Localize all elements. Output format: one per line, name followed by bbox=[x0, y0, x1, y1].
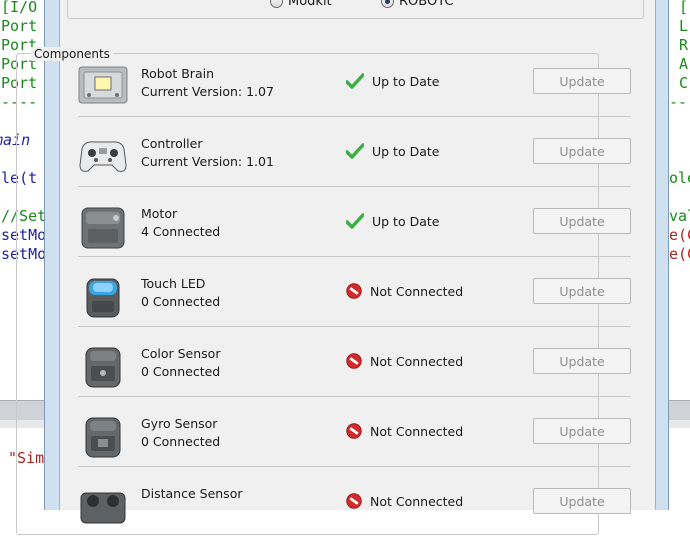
status-text: Not Connected bbox=[370, 423, 464, 439]
code-line: Port bbox=[1, 17, 38, 35]
component-thumbnail-motor bbox=[78, 205, 128, 250]
status-text: Not Connected bbox=[370, 493, 464, 509]
component-thumbnail-controller bbox=[78, 135, 128, 180]
component-detail: 0 Connected bbox=[141, 294, 221, 309]
row-separator bbox=[78, 326, 631, 327]
update-button[interactable]: Update bbox=[533, 418, 631, 444]
component-name: Controller bbox=[141, 136, 203, 151]
component-thumbnail-touchled bbox=[78, 275, 128, 320]
radio-robotc[interactable]: ROBOTC bbox=[381, 0, 453, 9]
row-separator bbox=[78, 466, 631, 467]
component-status: Up to Date bbox=[346, 143, 439, 159]
code-line: e(C bbox=[669, 226, 690, 244]
component-name: Gyro Sensor bbox=[141, 416, 218, 431]
code-line: [I/O bbox=[1, 0, 38, 16]
component-thumbnail-gyro bbox=[78, 415, 128, 460]
component-row: Gyro Sensor 0 Connected Not Connected Updat… bbox=[78, 405, 631, 475]
check-icon bbox=[346, 73, 372, 89]
code-line: -- bbox=[669, 93, 688, 111]
component-name: Touch LED bbox=[141, 276, 206, 291]
radio-indicator bbox=[270, 0, 283, 8]
update-button[interactable]: Update bbox=[533, 208, 631, 234]
code-line: [ bbox=[679, 0, 689, 16]
update-button[interactable]: Update bbox=[533, 488, 631, 514]
component-name: Motor bbox=[141, 206, 178, 221]
radio-label: ROBOTC bbox=[399, 0, 454, 9]
component-row: Motor 4 Connected Up to Date Update bbox=[78, 195, 631, 265]
component-row: Color Sensor 0 Connected Not Connected Upda… bbox=[78, 335, 631, 405]
component-status: Not Connected bbox=[346, 283, 463, 299]
component-row: Robot Brain Current Version: 1.07 Up to Da… bbox=[78, 55, 631, 125]
component-name: Robot Brain bbox=[141, 66, 214, 81]
component-name: Color Sensor bbox=[141, 346, 221, 361]
component-detail: 0 Connected bbox=[141, 364, 221, 379]
code-line: ole bbox=[669, 169, 690, 187]
component-status: Up to Date bbox=[346, 73, 439, 89]
update-button[interactable]: Update bbox=[533, 348, 631, 374]
no-entry-icon bbox=[346, 353, 370, 369]
check-icon bbox=[346, 143, 372, 159]
component-detail: 4 Connected bbox=[141, 224, 221, 239]
code-line: L bbox=[679, 17, 689, 35]
code-line: val bbox=[669, 207, 690, 225]
status-text: Not Connected bbox=[370, 283, 464, 299]
row-separator bbox=[78, 186, 631, 187]
status-text: Up to Date bbox=[372, 213, 440, 229]
status-text: Up to Date bbox=[372, 73, 440, 89]
component-status: Not Connected bbox=[346, 353, 463, 369]
no-entry-icon bbox=[346, 493, 370, 509]
code-line: A bbox=[679, 55, 689, 73]
update-button[interactable]: Update bbox=[533, 68, 631, 94]
code-line: R bbox=[679, 36, 689, 54]
status-text: Up to Date bbox=[372, 143, 440, 159]
component-detail: 0 Connected bbox=[141, 434, 221, 449]
status-text: Not Connected bbox=[370, 353, 464, 369]
code-line: e(C bbox=[669, 245, 690, 263]
radio-indicator-selected bbox=[381, 0, 394, 8]
no-entry-icon bbox=[346, 283, 370, 299]
component-thumbnail-color bbox=[78, 345, 128, 390]
component-thumbnail-brain bbox=[78, 65, 128, 110]
radio-modkit[interactable]: Modkit bbox=[270, 0, 332, 9]
no-entry-icon bbox=[346, 423, 370, 439]
row-separator bbox=[78, 256, 631, 257]
code-line: C bbox=[679, 74, 689, 92]
component-status: Not Connected bbox=[346, 493, 463, 509]
component-status: Up to Date bbox=[346, 213, 439, 229]
component-detail: Current Version: 1.07 bbox=[141, 84, 274, 99]
row-separator bbox=[78, 396, 631, 397]
component-status: Not Connected bbox=[346, 423, 463, 439]
language-group: Modkit ROBOTC bbox=[67, 0, 644, 19]
component-row: Touch LED 0 Connected Not Connected Update bbox=[78, 265, 631, 335]
component-detail: Current Version: 1.01 bbox=[141, 154, 274, 169]
component-row: Distance Sensor Not Connected Update bbox=[78, 475, 631, 545]
component-thumbnail-distance bbox=[78, 485, 128, 530]
update-button[interactable]: Update bbox=[533, 278, 631, 304]
component-row: Controller Current Version: 1.01 Up to Dat… bbox=[78, 125, 631, 195]
check-icon bbox=[346, 213, 372, 229]
row-separator bbox=[78, 116, 631, 117]
update-button[interactable]: Update bbox=[533, 138, 631, 164]
radio-label: Modkit bbox=[288, 0, 332, 9]
component-name: Distance Sensor bbox=[141, 486, 243, 501]
